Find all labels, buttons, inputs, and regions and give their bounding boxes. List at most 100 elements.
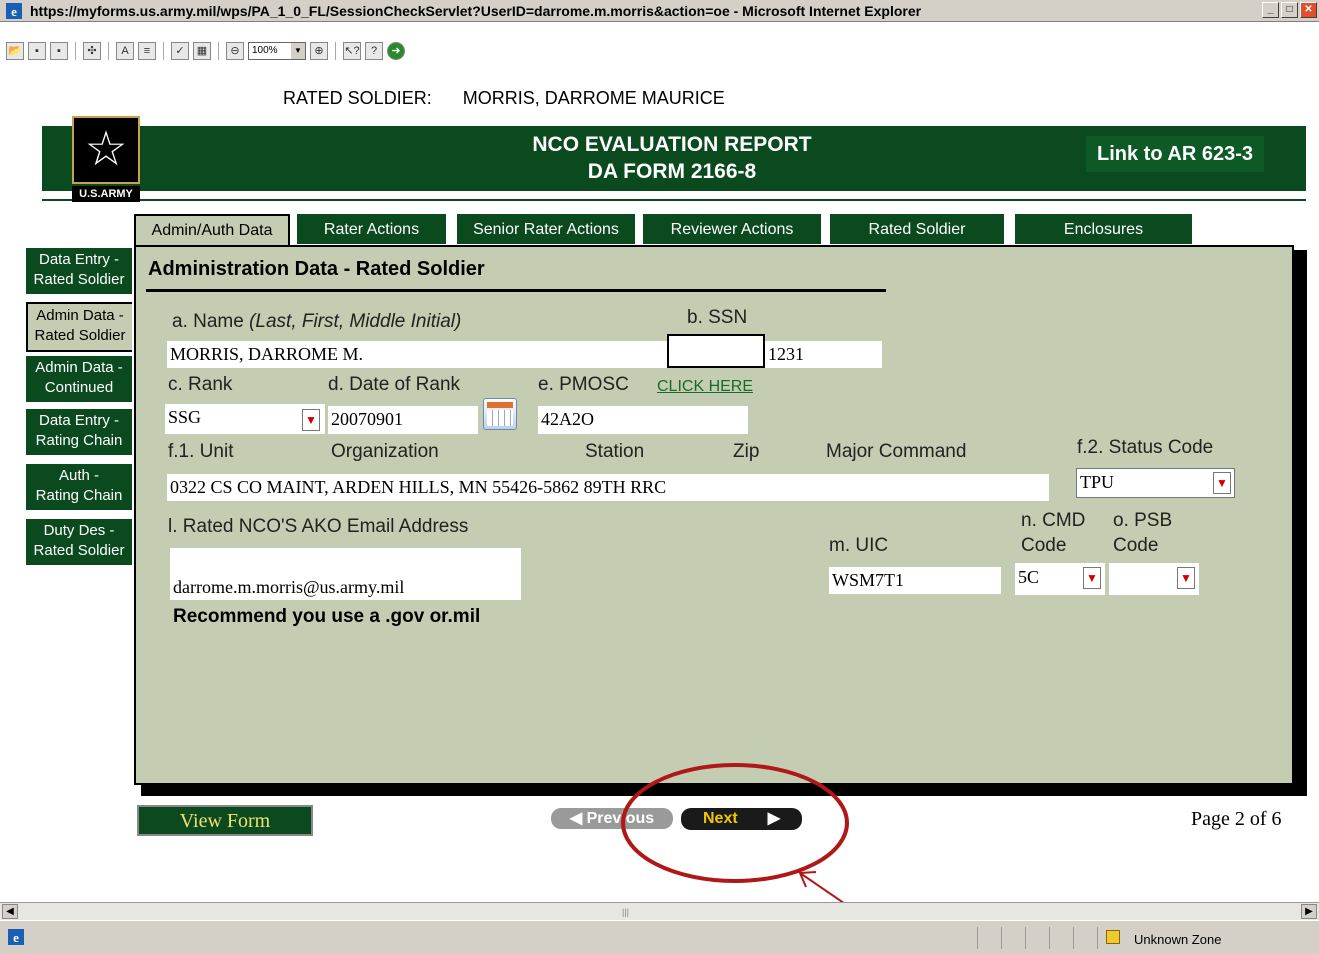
zoom-select[interactable]: 100% ▼: [248, 42, 306, 60]
viewer-toolbar: 📂 ▪ ▪ ✣ A ≡ ✓ ▦ ⊖ 100% ▼ ⊕ ↖? ? ➜: [0, 22, 1319, 68]
status-code-value: TPU: [1080, 472, 1115, 492]
rank-value: SSG: [168, 407, 202, 427]
army-logo-text: U.S.ARMY: [72, 186, 140, 202]
unit-label: f.1. Unit: [168, 441, 234, 462]
status-bar: e Unknown Zone: [0, 920, 1319, 954]
sidebar-item-label: Rated Soldier: [33, 271, 125, 288]
email-label: l. Rated NCO'S AKO Email Address: [168, 516, 469, 537]
save-icon[interactable]: ▪: [28, 42, 46, 60]
next-button[interactable]: Next ▶: [681, 808, 802, 830]
scroll-left-icon[interactable]: ◀: [2, 904, 18, 919]
ssn-label: b. SSN: [687, 307, 748, 328]
cmd-code-label-2: Code: [1021, 535, 1067, 556]
zoom-out-icon[interactable]: ⊖: [226, 42, 244, 60]
pmosc-field[interactable]: 42A2O: [538, 406, 748, 434]
rank-select[interactable]: SSG: [165, 404, 325, 434]
form-fill-icon[interactable]: ▦: [193, 42, 211, 60]
previous-label: Previous: [586, 810, 655, 827]
rated-soldier-name: MORRIS, DARROME MAURICE: [462, 88, 725, 108]
zoom-in-icon[interactable]: ⊕: [310, 42, 328, 60]
sidebar-item-data-entry-rated-soldier[interactable]: Data Entry - Rated Soldier: [26, 248, 132, 294]
sidebar-item-admin-data-rated-soldier[interactable]: Admin Data - Rated Soldier: [26, 302, 132, 352]
tab-reviewer-actions[interactable]: Reviewer Actions: [643, 214, 821, 244]
view-form-button[interactable]: View Form: [137, 805, 313, 836]
tab-senior-rater-actions[interactable]: Senior Rater Actions: [457, 214, 635, 244]
text-icon[interactable]: A: [116, 42, 134, 60]
rated-soldier-line: RATED SOLDIER: MORRIS, DARROME MAURICE: [283, 88, 725, 109]
header-divider: [42, 199, 1306, 201]
chevron-left-icon: ◀: [569, 810, 587, 827]
sidebar-item-duty-des-rated-soldier[interactable]: Duty Des - Rated Soldier: [26, 519, 132, 565]
chevron-down-icon[interactable]: ▼: [1083, 567, 1101, 589]
sidebar-item-label: Duty Des -: [43, 522, 115, 539]
status-code-select[interactable]: TPU: [1076, 468, 1235, 498]
horizontal-scrollbar[interactable]: ◀ ||| ▶: [0, 902, 1319, 920]
tab-rated-soldier[interactable]: Rated Soldier: [830, 214, 1004, 244]
go-icon[interactable]: ➜: [387, 42, 405, 60]
major-command-label: Major Command: [826, 441, 967, 462]
calendar-icon[interactable]: [483, 398, 517, 430]
section-underline: [146, 289, 886, 292]
cmd-code-label-1: n. CMD: [1021, 510, 1086, 531]
uic-field[interactable]: WSM7T1: [829, 567, 1001, 594]
sidebar-item-admin-data-continued[interactable]: Admin Data - Continued: [26, 356, 132, 402]
close-button[interactable]: ✕: [1300, 2, 1317, 18]
ie-icon: e: [6, 3, 22, 19]
svg-text:e: e: [13, 930, 19, 945]
sidebar-item-label: Rating Chain: [35, 432, 123, 449]
open-icon[interactable]: 📂: [6, 42, 24, 60]
email-note: Recommend you use a .gov or.mil: [173, 606, 481, 627]
tab-enclosures[interactable]: Enclosures: [1015, 214, 1192, 244]
security-zone: Unknown Zone: [1134, 932, 1222, 947]
organization-label: Organization: [331, 441, 439, 462]
chevron-down-icon[interactable]: ▼: [1213, 472, 1231, 494]
sidebar-item-label: Rated Soldier: [34, 327, 126, 344]
email-field[interactable]: darrome.m.morris@us.army.mil: [170, 548, 521, 600]
previous-button[interactable]: ◀ Previous: [551, 808, 673, 829]
sidebar-item-label: Admin Data -: [35, 359, 123, 376]
tab-admin-auth-data[interactable]: Admin/Auth Data: [134, 214, 290, 246]
chevron-down-icon: ▼: [291, 43, 305, 59]
status-code-label: f.2. Status Code: [1077, 437, 1214, 458]
date-of-rank-field[interactable]: 20070901: [328, 406, 478, 434]
sidebar-item-label: Auth -: [58, 467, 100, 484]
name-label: a. Name (Last, First, Middle Initial): [172, 311, 461, 333]
chevron-right-icon: ▶: [767, 810, 780, 827]
date-of-rank-label: d. Date of Rank: [328, 374, 461, 395]
maximize-button[interactable]: □: [1281, 2, 1298, 18]
cmd-code-value: 5C: [1018, 567, 1040, 587]
uic-label: m. UIC: [829, 535, 889, 556]
ssn-last4-field[interactable]: 1231: [765, 341, 882, 368]
annotation-arrowhead: [798, 871, 817, 888]
plugin-icon[interactable]: ✣: [83, 42, 101, 60]
sidebar-item-auth-rating-chain[interactable]: Auth - Rating Chain: [26, 464, 132, 510]
tab-rater-actions[interactable]: Rater Actions: [297, 214, 446, 244]
save-copy-icon[interactable]: ▪: [50, 42, 68, 60]
sidebar-item-data-entry-rating-chain[interactable]: Data Entry - Rating Chain: [26, 409, 132, 455]
chevron-down-icon[interactable]: ▼: [302, 409, 320, 431]
scroll-grip[interactable]: |||: [622, 907, 629, 917]
ssn-masked-field[interactable]: [667, 334, 765, 368]
svg-text:e: e: [11, 4, 17, 19]
ie-status-icon: e: [8, 929, 24, 945]
window-titlebar: e https://myforms.us.army.mil/wps/PA_1_0…: [0, 0, 1319, 22]
sidebar-item-label: Rating Chain: [35, 487, 123, 504]
help-icon[interactable]: ?: [365, 42, 383, 60]
spellcheck-icon[interactable]: ✓: [171, 42, 189, 60]
window-title: https://myforms.us.army.mil/wps/PA_1_0_F…: [30, 3, 922, 19]
section-title: Administration Data - Rated Soldier: [148, 258, 485, 280]
next-label: Next: [703, 810, 738, 827]
minimize-button[interactable]: _: [1262, 2, 1279, 18]
name-label-text: a. Name: [172, 311, 244, 332]
unit-field[interactable]: 0322 CS CO MAINT, ARDEN HILLS, MN 55426-…: [167, 474, 1049, 501]
sidebar-item-label: Data Entry -: [38, 412, 120, 429]
sidebar-item-label: Rated Soldier: [33, 542, 125, 559]
scroll-right-icon[interactable]: ▶: [1301, 904, 1317, 919]
whats-this-icon[interactable]: ↖?: [343, 42, 361, 60]
name-field[interactable]: MORRIS, DARROME M.: [167, 341, 667, 368]
form-icon[interactable]: ≡: [138, 42, 156, 60]
ar-link-button[interactable]: Link to AR 623-3: [1086, 136, 1264, 172]
name-hint: (Last, First, Middle Initial): [249, 311, 462, 332]
chevron-down-icon[interactable]: ▼: [1177, 567, 1195, 589]
click-here-link[interactable]: CLICK HERE: [657, 378, 753, 396]
